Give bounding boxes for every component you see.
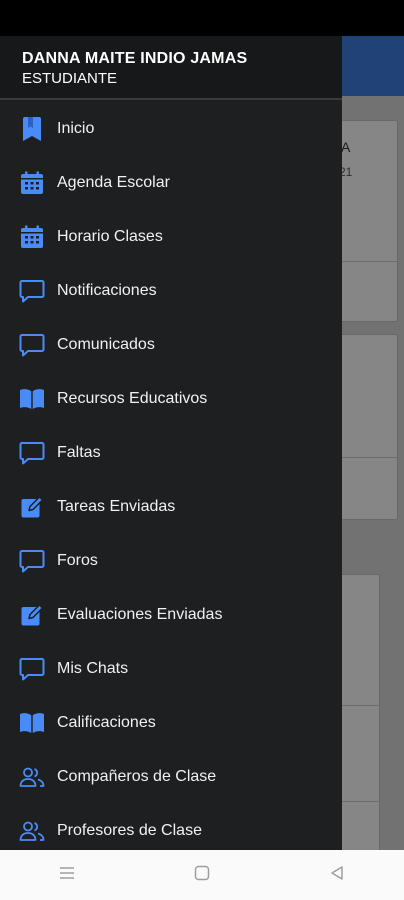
chat-bubble-icon — [19, 548, 45, 574]
menu-item-label: Agenda Escolar — [57, 174, 170, 191]
menu-item-label: Foros — [57, 552, 98, 569]
menu-lines-icon — [59, 866, 75, 885]
status-bar — [0, 0, 404, 36]
menu-item-label: Notificaciones — [57, 282, 157, 299]
group-icon — [19, 764, 45, 790]
menu-item-calificaciones[interactable]: Calificaciones — [0, 696, 342, 750]
chat-bubble-icon — [19, 656, 45, 682]
menu-item-label: Evaluaciones Enviadas — [57, 606, 223, 623]
back-triangle-icon — [329, 865, 345, 886]
system-navigation-bar — [0, 850, 404, 900]
menu-item-agenda-escolar[interactable]: Agenda Escolar — [0, 156, 342, 210]
menu-item-label: Compañeros de Clase — [57, 768, 217, 785]
menu-item-label: Inicio — [57, 120, 95, 137]
menu-item-tareas-enviadas[interactable]: Tareas Enviadas — [0, 480, 342, 534]
group-icon — [19, 818, 45, 844]
menu-item-horario-clases[interactable]: Horario Clases — [0, 210, 342, 264]
menu-item-label: Recursos Educativos — [57, 390, 208, 407]
menu-item-evaluaciones-enviadas[interactable]: Evaluaciones Enviadas — [0, 588, 342, 642]
menu-item-faltas[interactable]: Faltas — [0, 426, 342, 480]
menu-item-recursos-educativos[interactable]: Recursos Educativos — [0, 372, 342, 426]
menu-item-label: Tareas Enviadas — [57, 498, 176, 515]
chat-bubble-icon — [19, 440, 45, 466]
menu-item-label: Calificaciones — [57, 714, 156, 731]
menu-item-profesores-de-clase[interactable]: Profesores de Clase — [0, 804, 342, 850]
chat-bubble-icon — [19, 332, 45, 358]
chat-bubble-icon — [19, 278, 45, 304]
menu-item-notificaciones[interactable]: Notificaciones — [0, 264, 342, 318]
menu-item-label: Horario Clases — [57, 228, 163, 245]
edit-square-icon — [19, 602, 45, 628]
open-book-icon — [19, 710, 45, 736]
recent-apps-button[interactable] — [47, 855, 87, 895]
menu-item-companeros-de-clase[interactable]: Compañeros de Clase — [0, 750, 342, 804]
open-book-icon — [19, 386, 45, 412]
menu-item-mis-chats[interactable]: Mis Chats — [0, 642, 342, 696]
user-name: DANNA MAITE INDIO JAMAS — [22, 50, 248, 67]
menu-item-label: Mis Chats — [57, 660, 129, 677]
edit-square-icon — [19, 494, 45, 520]
home-button[interactable] — [182, 855, 222, 895]
square-icon — [194, 865, 210, 886]
bookmark-icon — [19, 116, 45, 142]
menu-item-comunicados[interactable]: Comunicados — [0, 318, 342, 372]
calendar-icon — [19, 170, 45, 196]
menu-item-label: Profesores de Clase — [57, 822, 202, 839]
drawer-menu: Inicio Agenda Escolar Horario Clases Not… — [0, 102, 342, 850]
calendar-icon — [19, 224, 45, 250]
menu-item-label: Faltas — [57, 444, 101, 461]
menu-item-inicio[interactable]: Inicio — [0, 102, 342, 156]
menu-item-label: Comunicados — [57, 336, 155, 353]
navigation-drawer: DANNA MAITE INDIO JAMAS ESTUDIANTE Inici… — [0, 36, 342, 850]
user-role: ESTUDIANTE — [22, 70, 118, 87]
menu-item-foros[interactable]: Foros — [0, 534, 342, 588]
back-button[interactable] — [317, 855, 357, 895]
drawer-header: DANNA MAITE INDIO JAMAS ESTUDIANTE — [0, 36, 342, 100]
